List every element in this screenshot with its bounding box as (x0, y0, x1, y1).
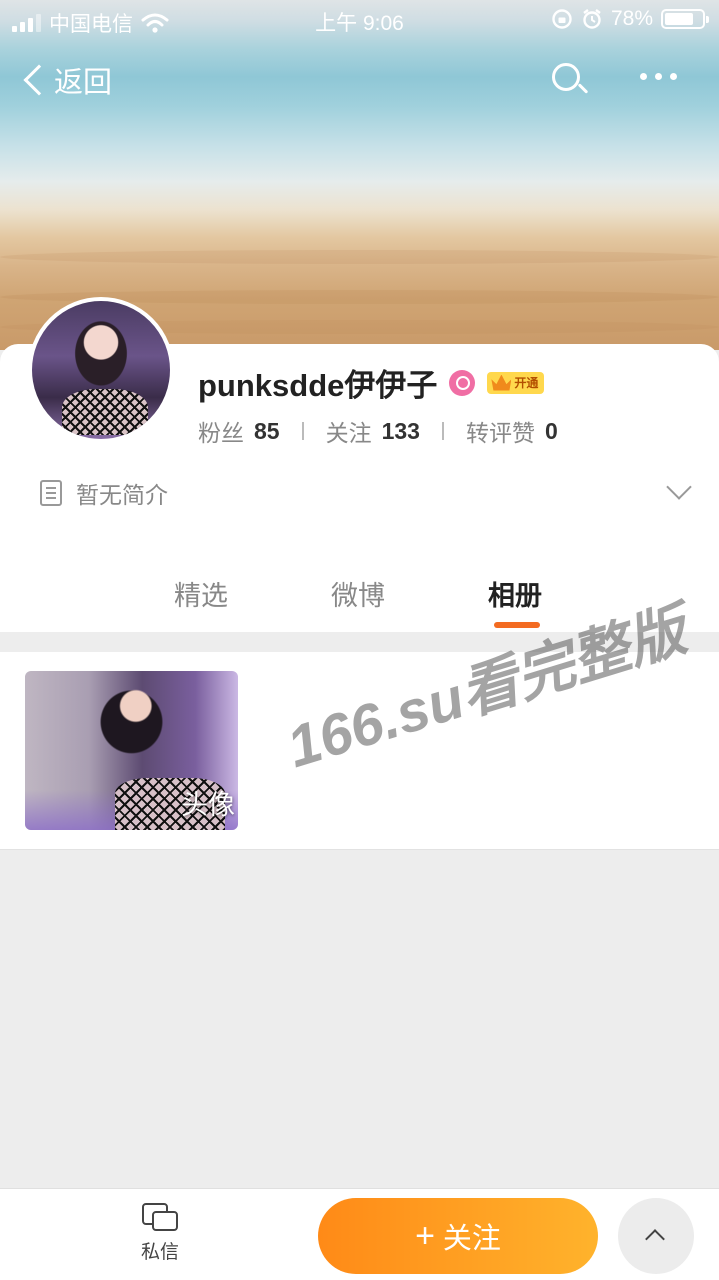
back-button[interactable]: 返回 (20, 59, 112, 101)
battery-icon (661, 9, 709, 29)
album-item-label: 头像 (181, 790, 235, 820)
stat-label: 关注 (325, 420, 372, 446)
bottom-bar: 私信 + 关注 (0, 1188, 719, 1280)
follow-button[interactable]: + 关注 (318, 1198, 598, 1274)
album-section: 头像 (0, 652, 719, 850)
alarm-icon (583, 9, 601, 29)
chevron-up-icon (645, 1229, 665, 1249)
divider (441, 422, 444, 440)
stat-following[interactable]: 关注 133 (326, 414, 420, 448)
avatar[interactable] (28, 297, 174, 443)
tab-indicator (494, 622, 540, 628)
vip-badge-icon[interactable] (449, 369, 476, 396)
album-item[interactable]: 头像 (25, 671, 238, 830)
battery-percent: 78% (610, 7, 653, 30)
search-icon[interactable] (550, 61, 589, 99)
profile-name-row: punksdde伊伊子 开通 (198, 360, 545, 405)
status-bar-right: 78% (551, 7, 709, 31)
status-bar: 中国电信 上午 9:06 78% (0, 0, 719, 40)
chevron-left-icon (23, 64, 55, 96)
stat-value: 133 (381, 417, 420, 444)
intro-text: 暂无简介 (76, 482, 168, 508)
dm-label: 私信 (140, 1242, 179, 1263)
profile-intro[interactable]: 暂无简介 (40, 476, 168, 510)
stat-label: 粉丝 (198, 420, 244, 446)
battery-fill (665, 13, 694, 25)
direct-message-button[interactable]: 私信 (132, 1203, 188, 1264)
scroll-top-button[interactable] (618, 1198, 694, 1274)
member-badge-label: 开通 (514, 376, 539, 390)
more-icon[interactable] (640, 73, 677, 80)
crown-icon (491, 374, 512, 391)
profile-screen: 中国电信 上午 9:06 78% 返回 punksdde伊伊子 开通 粉丝 85… (0, 0, 719, 1280)
profile-stats: 粉丝 85 关注 133 转评赞 0 (198, 414, 558, 448)
sand-ripple (0, 250, 719, 264)
profile-name: punksdde伊伊子 (198, 368, 438, 403)
tab-album[interactable]: 相册 (488, 574, 542, 613)
rotation-lock-icon (552, 9, 572, 29)
follow-label: 关注 (442, 1223, 501, 1255)
tab-featured[interactable]: 精选 (174, 574, 228, 613)
message-icon (142, 1203, 178, 1233)
stat-followers[interactable]: 粉丝 85 (198, 414, 280, 448)
nav-bar: 返回 (0, 55, 719, 107)
stat-label: 转评赞 (465, 420, 535, 446)
stat-value: 0 (544, 417, 558, 444)
stat-likes[interactable]: 转评赞 0 (466, 414, 558, 448)
stat-value: 85 (254, 417, 280, 444)
profile-tabs: 精选 微博 相册 (0, 560, 719, 632)
divider (301, 422, 304, 440)
back-label: 返回 (54, 67, 113, 99)
plus-icon: + (415, 1217, 435, 1255)
tab-weibo[interactable]: 微博 (331, 574, 385, 613)
member-badge[interactable]: 开通 (487, 371, 545, 394)
document-icon (40, 480, 62, 506)
